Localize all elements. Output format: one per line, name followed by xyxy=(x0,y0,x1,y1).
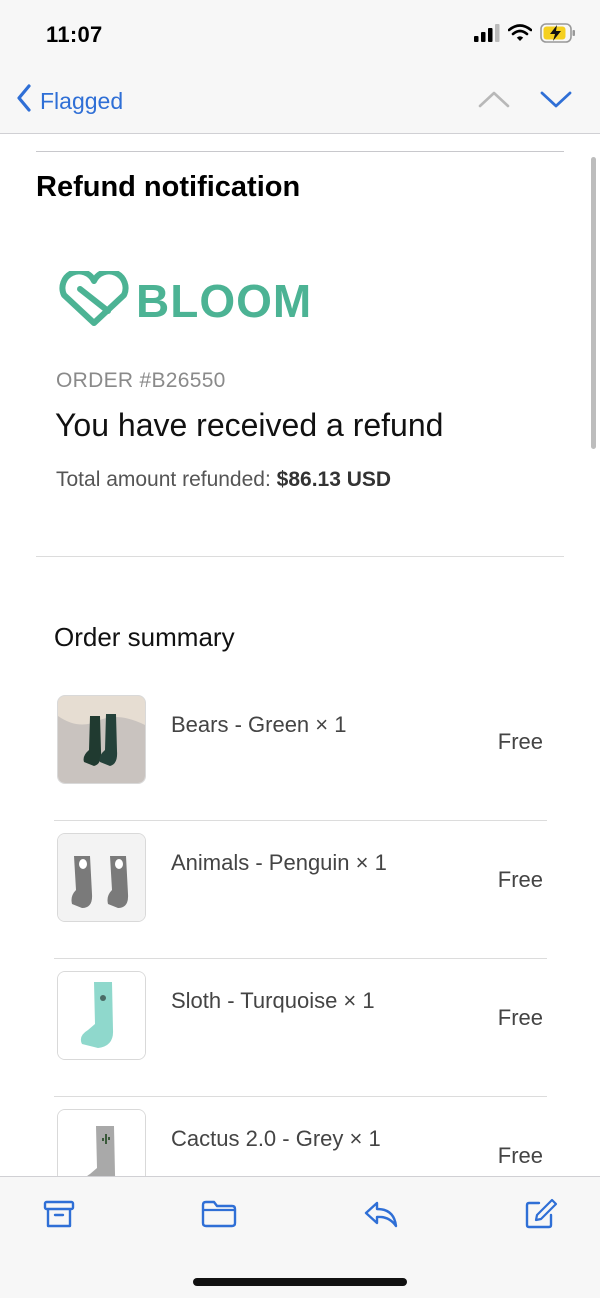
bottom-toolbar xyxy=(0,1176,600,1298)
folder-icon xyxy=(201,1200,237,1233)
item-name: Animals - Penguin × 1 xyxy=(171,850,387,875)
reply-icon xyxy=(363,1199,399,1234)
section-divider xyxy=(36,556,564,557)
green-socks-image xyxy=(57,695,146,784)
chevron-down-icon xyxy=(540,89,572,114)
order-number: ORDER #B26550 xyxy=(56,369,226,392)
list-item: Animals - Penguin × 1 Free xyxy=(54,821,547,959)
item-price: Free xyxy=(497,729,543,754)
email-body[interactable]: Refund notification BLOOM ORDER #B26550 … xyxy=(0,135,600,1176)
order-summary-title: Order summary xyxy=(54,622,235,652)
heart-logo-icon xyxy=(56,267,132,332)
move-to-folder-button[interactable] xyxy=(201,1199,237,1233)
item-name: Sloth - Turquoise × 1 xyxy=(171,988,375,1013)
back-button[interactable]: Flagged xyxy=(16,84,123,118)
nav-bar: Flagged xyxy=(0,70,600,134)
list-item: Sloth - Turquoise × 1 Free xyxy=(54,959,547,1097)
header-divider xyxy=(36,151,564,152)
item-price: Free xyxy=(497,867,543,892)
chevron-left-icon xyxy=(16,84,32,118)
home-indicator[interactable] xyxy=(193,1278,407,1286)
compose-icon xyxy=(524,1198,558,1235)
back-label: Flagged xyxy=(40,87,124,114)
total-label: Total amount refunded: xyxy=(56,468,277,491)
status-bar: 11:07 xyxy=(0,0,600,70)
wifi-icon xyxy=(507,23,533,47)
brand-name: BLOOM xyxy=(136,275,313,327)
order-items: Bears - Green × 1 Free Animals - Penguin… xyxy=(54,683,547,1176)
list-item: Cactus 2.0 - Grey × 1 Free xyxy=(54,1097,547,1176)
item-name: Cactus 2.0 - Grey × 1 xyxy=(171,1126,381,1151)
cellular-signal-icon xyxy=(474,23,500,47)
chevron-up-icon xyxy=(478,89,510,114)
scrollbar[interactable] xyxy=(591,157,596,449)
compose-button[interactable] xyxy=(523,1198,559,1235)
reply-button[interactable] xyxy=(363,1199,399,1233)
archive-button[interactable] xyxy=(41,1199,77,1233)
status-time: 11:07 xyxy=(46,22,103,47)
item-price: Free xyxy=(497,1005,543,1030)
list-item: Bears - Green × 1 Free xyxy=(54,683,547,821)
refund-headline: You have received a refund xyxy=(55,407,444,443)
item-name: Bears - Green × 1 xyxy=(171,712,347,737)
item-price: Free xyxy=(497,1143,543,1168)
previous-message-button[interactable] xyxy=(476,84,512,118)
next-message-button[interactable] xyxy=(538,84,574,118)
status-icons xyxy=(474,22,576,48)
brand-logo: BLOOM xyxy=(56,267,313,332)
battery-charging-icon xyxy=(540,22,576,48)
turquoise-sock-image xyxy=(57,971,146,1060)
grey-cactus-sock-image xyxy=(57,1109,146,1176)
total-amount: $86.13 USD xyxy=(276,468,392,491)
email-subject: Refund notification xyxy=(36,171,301,203)
grey-penguin-socks-image xyxy=(57,833,146,922)
archive-icon xyxy=(43,1199,75,1234)
total-refunded: Total amount refunded: $86.13 USD xyxy=(56,468,391,492)
